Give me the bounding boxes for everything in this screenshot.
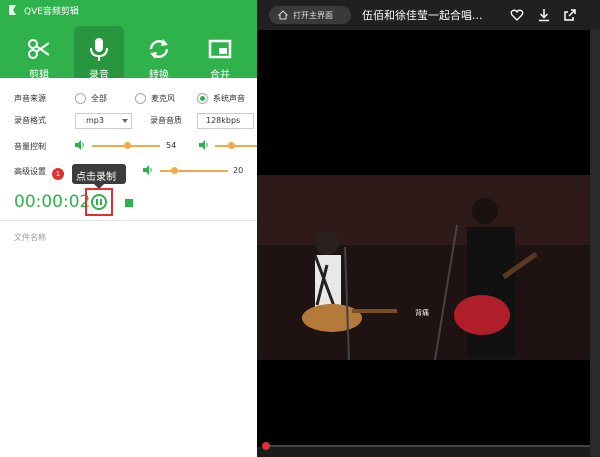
volume-value-1: 54 — [166, 141, 177, 150]
volume-slider-1-knob[interactable] — [124, 142, 131, 149]
favorite-icon[interactable] — [510, 8, 524, 22]
home-icon — [278, 10, 288, 20]
volume-row: 音量控制 54 — [0, 139, 257, 155]
source-option-all: 全部 — [91, 94, 107, 103]
source-label: 声音来源 — [14, 94, 46, 103]
audio-editor-app: QVE音频剪辑 剪辑 录音 转换 合并 声音来源 全部 麦克风 系统声音 录音格… — [0, 0, 257, 457]
quality-select[interactable]: 128kbps — [197, 113, 254, 129]
open-home-label: 打开主界面 — [293, 11, 333, 20]
divider — [0, 220, 257, 221]
tool-cut-label: 剪辑 — [29, 70, 49, 81]
video-title: 伍佰和徐佳莹一起合唱... — [362, 9, 483, 22]
source-option-system: 系统声音 — [213, 94, 245, 103]
file-name-label: 文件名称 — [14, 233, 46, 242]
tool-record[interactable]: 录音 — [74, 26, 124, 81]
advanced-volume-knob[interactable] — [171, 167, 178, 174]
chevron-down-icon — [122, 119, 128, 123]
main-toolbar: 剪辑 录音 转换 合并 — [0, 20, 257, 81]
video-area[interactable] — [257, 30, 590, 447]
format-value: mp3 — [86, 116, 104, 125]
quality-value: 128kbps — [206, 116, 241, 125]
format-row: 录音格式 mp3 录音音质 128kbps — [0, 113, 257, 129]
source-radio-all[interactable] — [75, 93, 86, 104]
stop-button[interactable] — [125, 199, 133, 207]
microphone-icon — [90, 38, 108, 61]
source-radio-system[interactable] — [197, 93, 208, 104]
tool-convert[interactable]: 转换 — [134, 26, 184, 81]
speaker-icon-2 — [199, 140, 208, 150]
step-badge: 1 — [52, 168, 64, 180]
player-topbar: 打开主界面 伍佰和徐佳莹一起合唱... — [257, 0, 600, 30]
app-logo-icon — [9, 5, 16, 15]
speaker-icon — [75, 140, 84, 150]
record-timer: 00:00:02 — [14, 192, 91, 212]
tool-convert-label: 转换 — [149, 70, 169, 81]
pause-button-highlight[interactable] — [85, 188, 113, 216]
pause-icon[interactable] — [91, 194, 107, 210]
open-home-button[interactable]: 打开主界面 — [269, 6, 351, 24]
speaker-icon-3 — [143, 165, 152, 175]
open-external-icon[interactable] — [563, 8, 577, 22]
merge-icon — [208, 39, 232, 59]
scissors-icon — [28, 39, 50, 59]
source-row: 声音来源 全部 麦克风 系统声音 — [0, 91, 257, 107]
quality-label: 录音音质 — [150, 116, 182, 125]
source-option-mic: 麦克风 — [151, 94, 175, 103]
tool-merge[interactable]: 合并 — [195, 26, 245, 81]
video-subtitle: 背痛 — [415, 309, 429, 317]
record-tooltip-text: 点击录制 — [76, 172, 116, 183]
scrollbar[interactable] — [590, 30, 600, 457]
volume-slider-2-knob[interactable] — [228, 142, 235, 149]
source-radio-mic[interactable] — [135, 93, 146, 104]
download-icon[interactable] — [537, 8, 551, 22]
volume-label: 音量控制 — [14, 142, 46, 151]
video-frame — [257, 175, 590, 360]
format-label: 录音格式 — [14, 116, 46, 125]
tool-merge-label: 合并 — [210, 70, 230, 81]
volume-slider-2[interactable] — [215, 145, 257, 147]
progress-track[interactable] — [265, 445, 590, 447]
advanced-label: 高级设置 — [14, 167, 46, 176]
advanced-row: 高级设置 20 — [0, 164, 257, 180]
advanced-volume-value: 20 — [233, 166, 244, 175]
video-player: 打开主界面 伍佰和徐佳莹一起合唱... 背痛 — [257, 0, 600, 457]
record-tooltip: 点击录制 — [72, 164, 126, 189]
tool-record-label: 录音 — [89, 70, 109, 81]
title-bar: QVE音频剪辑 — [0, 0, 257, 20]
convert-icon — [149, 39, 169, 59]
tool-cut[interactable]: 剪辑 — [14, 26, 64, 81]
progress-knob[interactable] — [262, 442, 270, 450]
app-title: QVE音频剪辑 — [24, 7, 79, 17]
format-select[interactable]: mp3 — [75, 113, 132, 129]
